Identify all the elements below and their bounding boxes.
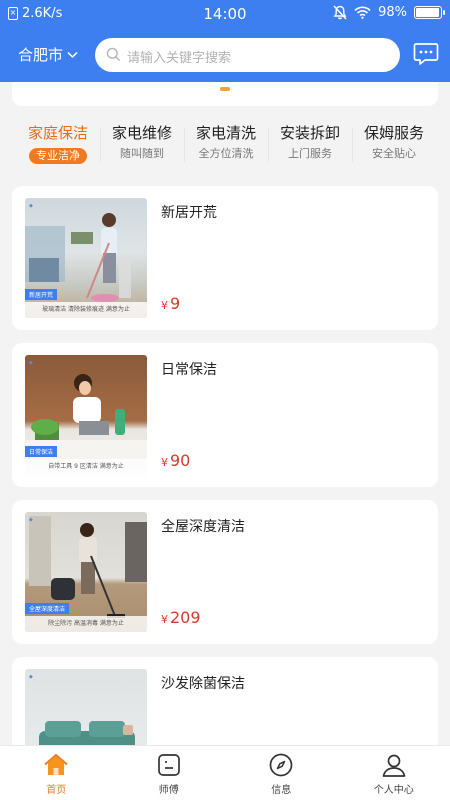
tab-subtitle: 全方位清洗	[198, 147, 254, 160]
tab-appliance-cleaning[interactable]: 家电清洗 全方位清洗	[184, 122, 268, 168]
tab-subtitle: 随叫随到	[120, 147, 164, 160]
message-icon[interactable]	[412, 40, 440, 68]
nav-label: 信息	[271, 785, 292, 796]
service-thumbnail: ◆ 日常保洁 自带工具 9 区清洁 满意为止	[25, 355, 147, 475]
currency-symbol: ¥	[161, 299, 168, 312]
wifi-icon	[354, 6, 371, 19]
service-thumbnail: ◆ 新居开荒 玻璃清洁 清除装修痕迹 满意为止	[25, 198, 147, 318]
worker-icon	[157, 754, 180, 776]
header: 合肥市 请输入关键字搜索	[0, 36, 450, 74]
tab-title: 保姆服务	[363, 124, 424, 142]
tab-title: 家庭保洁	[27, 124, 88, 142]
tab-nanny-service[interactable]: 保姆服务 安全贴心	[352, 122, 436, 168]
brand-logo: ◆	[29, 674, 33, 680]
tab-installation[interactable]: 安装拆卸 上门服务	[268, 122, 352, 168]
compass-icon	[269, 753, 293, 777]
service-price: ¥9	[161, 294, 180, 313]
service-card-daily-cleaning[interactable]: ◆ 日常保洁 自带工具 9 区清洁 满意为止 日常保洁 ¥90	[12, 343, 438, 487]
service-price: ¥90	[161, 451, 190, 470]
nav-home[interactable]: 首页	[0, 746, 113, 800]
tab-subtitle: 专业洁净	[29, 148, 87, 164]
brand-logo: ◆	[29, 203, 33, 209]
search-bar[interactable]: 请输入关键字搜索	[95, 38, 400, 72]
brand-logo: ◆	[29, 360, 33, 366]
search-icon	[106, 47, 121, 62]
service-card-deep-cleaning[interactable]: ◆ 全屋深度清洁 除尘除污 高温消毒 满意为止 全屋深度清洁 ¥209	[12, 500, 438, 644]
category-tabs: 家庭保洁 专业洁净 家电维修 随叫随到 家电清洗 全方位清洗 安装拆卸 上门服务…	[16, 122, 436, 168]
nav-info[interactable]: 信息	[225, 746, 338, 800]
battery-icon	[414, 6, 445, 19]
home-icon	[44, 754, 68, 775]
price-value: 9	[170, 294, 181, 313]
nav-label: 师傅	[158, 785, 179, 796]
cleaner-illustration	[25, 213, 131, 302]
nav-label: 个人中心	[373, 785, 414, 796]
service-name: 日常保洁	[161, 362, 217, 378]
tab-home-cleaning[interactable]: 家庭保洁 专业洁净	[16, 122, 100, 168]
service-name: 全屋深度清洁	[161, 519, 245, 535]
thumbnail-tag: 全屋深度清洁	[25, 603, 70, 614]
person-icon	[382, 754, 406, 777]
nav-profile[interactable]: 个人中心	[338, 746, 450, 800]
mute-icon	[333, 5, 347, 20]
currency-symbol: ¥	[161, 613, 168, 626]
bottom-nav: 首页 师傅 信息 个人中心	[0, 745, 450, 800]
tab-subtitle: 安全贴心	[372, 147, 416, 160]
tab-title: 家电维修	[111, 124, 172, 142]
service-thumbnail: ◆ 全屋深度清洁 除尘除污 高温消毒 满意为止	[25, 512, 147, 632]
search-input[interactable]: 请输入关键字搜索	[127, 47, 231, 66]
nav-label: 首页	[46, 785, 67, 796]
banner-carousel[interactable]	[12, 82, 438, 106]
thumbnail-caption: 玻璃清洁 清除装修痕迹 满意为止	[25, 302, 147, 318]
price-value: 90	[170, 451, 191, 470]
thumbnail-caption: 自带工具 9 区清洁 满意为止	[25, 459, 147, 475]
city-selector[interactable]: 合肥市	[18, 44, 78, 65]
status-bar: × 2.6K/s 14:00 98%	[0, 0, 450, 28]
service-price: ¥209	[161, 608, 201, 627]
thumbnail-tag: 日常保洁	[25, 446, 58, 457]
tab-title: 家电清洗	[195, 124, 256, 142]
brand-logo: ◆	[29, 517, 33, 523]
tab-subtitle: 上门服务	[288, 147, 332, 160]
carousel-indicator	[220, 87, 230, 91]
service-card-new-home[interactable]: ◆ 新居开荒 玻璃清洁 清除装修痕迹 满意为止 新居开荒 ¥9	[12, 186, 438, 330]
thumbnail-caption: 除尘除污 高温消毒 满意为止	[25, 616, 147, 632]
city-label: 合肥市	[18, 46, 64, 64]
currency-symbol: ¥	[161, 456, 168, 469]
service-name: 沙发除菌保洁	[161, 676, 245, 692]
tab-appliance-repair[interactable]: 家电维修 随叫随到	[100, 122, 184, 168]
service-name: 新居开荒	[161, 205, 217, 221]
cleaner-illustration	[25, 374, 147, 460]
price-value: 209	[170, 608, 201, 627]
thumbnail-tag: 新居开荒	[25, 289, 58, 300]
nav-workers[interactable]: 师傅	[113, 746, 226, 800]
top-bar: × 2.6K/s 14:00 98% 合肥市 请输入关键字搜索	[0, 0, 450, 82]
cleaner-illustration	[29, 516, 147, 618]
tab-title: 安装拆卸	[279, 124, 340, 142]
chevron-down-icon	[67, 51, 78, 58]
battery-percent: 98%	[378, 5, 407, 20]
